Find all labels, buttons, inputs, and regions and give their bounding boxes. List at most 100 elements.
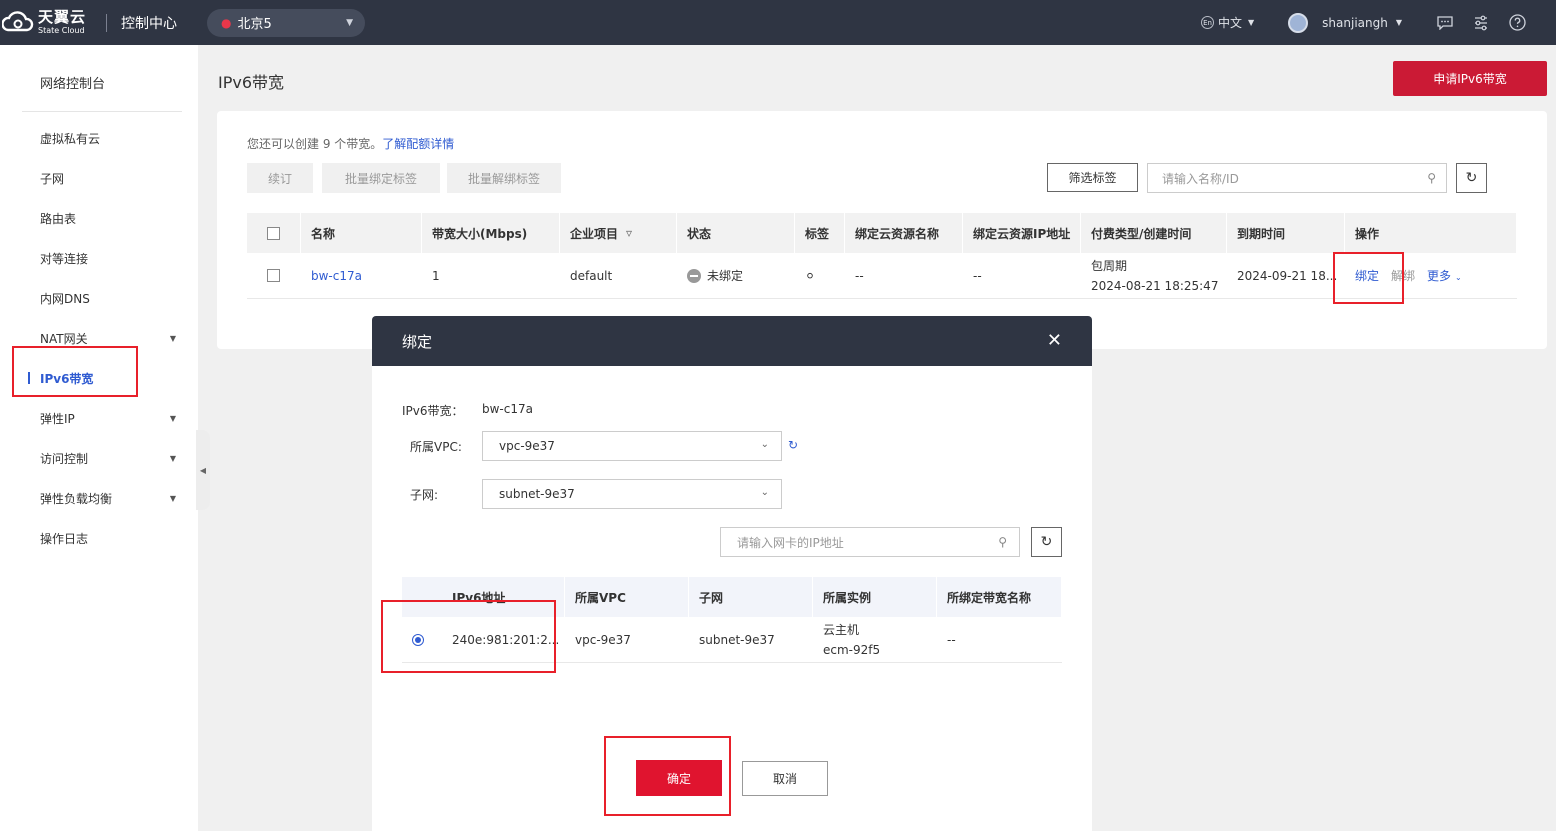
batch-unbind-tag-button[interactable]: 批量解绑标签	[447, 163, 561, 193]
language-icon: En	[1201, 16, 1214, 29]
sidebar: 网络控制台 虚拟私有云 子网 路由表 对等连接 内网DNS NAT网关 ▼ IPv…	[0, 45, 198, 831]
chevron-down-icon: ▼	[1248, 18, 1255, 27]
close-icon[interactable]: ✕	[1047, 330, 1062, 351]
refresh-button[interactable]: ↻	[1456, 163, 1487, 193]
sync-refresh-icon[interactable]: ↻	[788, 438, 798, 452]
top-navigation-bar: 天翼云 State Cloud 控制中心 ● 北京5 ▼ En 中文 ▼ sha…	[0, 0, 1556, 45]
sidebar-item-ipv6-bandwidth[interactable]: IPv6带宽	[40, 370, 180, 387]
settings-sliders-icon[interactable]	[1472, 14, 1490, 32]
dialog-title: 绑定	[402, 332, 433, 351]
table-header: IPv6地址 所属VPC 子网 所属实例 所绑定带宽名称	[402, 577, 1062, 617]
sidebar-item-label: 操作日志	[40, 532, 89, 546]
resource-name: --	[855, 268, 864, 283]
sidebar-item-label: 弹性IP	[40, 412, 75, 426]
chevron-down-icon: ⌄	[1455, 273, 1462, 282]
expire-time: 2024-09-21 18...	[1237, 268, 1338, 283]
refresh-icon: ↻	[1040, 534, 1053, 550]
unbind-link[interactable]: 解绑	[1391, 267, 1415, 284]
sidebar-item-label: 路由表	[40, 212, 77, 226]
cloud-logo-icon	[2, 10, 34, 31]
billing-type: 包周期	[1091, 258, 1128, 273]
logo-text: 天翼云 State Cloud	[38, 10, 86, 35]
bandwidth-size: 1	[432, 268, 440, 283]
bind-link[interactable]: 绑定	[1355, 267, 1379, 284]
page-title: IPv6带宽	[218, 73, 285, 92]
row-radio-selected[interactable]	[412, 633, 424, 646]
quota-details-link[interactable]: 了解配额详情	[382, 137, 454, 151]
row-vpc: vpc-9e37	[575, 632, 631, 647]
row-subnet: subnet-9e37	[699, 632, 775, 647]
column-header-resource-ip: 绑定云资源IP地址	[963, 213, 1081, 253]
filter-tag-button[interactable]: 筛选标签	[1047, 163, 1138, 192]
help-icon[interactable]	[1508, 14, 1526, 32]
sidebar-item-subnet[interactable]: 子网	[40, 170, 180, 187]
batch-bind-tag-button[interactable]: 批量绑定标签	[322, 163, 440, 193]
vpc-select[interactable]: vpc-9e37 ⌄	[482, 431, 782, 461]
sidebar-item-nat-gateway[interactable]: NAT网关 ▼	[40, 330, 180, 347]
unbound-status-icon	[687, 268, 701, 283]
sidebar-item-elb[interactable]: 弹性负载均衡 ▼	[40, 490, 180, 507]
row-instance: 云主机 ecm-92f5	[813, 617, 937, 662]
resource-ip: --	[973, 268, 982, 283]
sidebar-item-operation-log[interactable]: 操作日志	[40, 530, 180, 547]
nav-right-group: En 中文 ▼ shanjiangh ▼	[1201, 0, 1556, 45]
ip-refresh-button[interactable]: ↻	[1031, 527, 1062, 557]
filter-funnel-icon[interactable]: ▿	[626, 226, 632, 240]
region-selector[interactable]: ● 北京5 ▼	[207, 8, 365, 37]
tag-cell: ⚪	[795, 253, 845, 298]
select-all-checkbox[interactable]	[267, 226, 280, 240]
sidebar-item-private-dns[interactable]: 内网DNS	[40, 290, 180, 307]
confirm-button[interactable]: 确定	[636, 760, 722, 796]
select-all-cell	[247, 213, 301, 253]
ipv6-cell: 240e:981:201:2...	[402, 617, 565, 662]
more-menu[interactable]: 更多 ⌄	[1427, 267, 1462, 284]
language-selector[interactable]: En 中文 ▼	[1201, 14, 1254, 31]
bandwidth-name-link[interactable]: bw-c17a	[301, 253, 422, 298]
username: shanjiangh	[1322, 15, 1388, 30]
table-header: 名称 带宽大小(Mbps) 企业项目 ▿ 状态 标签 绑定云资源名称 绑定云资源I…	[247, 213, 1517, 253]
chevron-down-icon: ▼	[1395, 18, 1402, 27]
table-row[interactable]: 240e:981:201:2... vpc-9e37 subnet-9e37 云…	[402, 617, 1062, 663]
sidebar-item-peering[interactable]: 对等连接	[40, 250, 180, 267]
nav-divider	[106, 13, 107, 32]
apply-ipv6-bandwidth-button[interactable]: 申请IPv6带宽	[1393, 61, 1547, 96]
chevron-down-icon: ⌄	[760, 487, 769, 498]
search-icon[interactable]: ⚲	[998, 535, 1007, 549]
sidebar-item-route-table[interactable]: 路由表	[40, 210, 180, 227]
tag-icon[interactable]: ⚪	[805, 269, 815, 283]
ip-search-placeholder: 请输入网卡的IP地址	[737, 535, 844, 550]
subnet-select[interactable]: subnet-9e37 ⌄	[482, 479, 782, 509]
bandwidth-value: bw-c17a	[482, 402, 533, 416]
bandwidth-label: IPv6带宽：	[402, 404, 464, 418]
quota-text: 您还可以创建 9 个带宽。	[247, 137, 383, 151]
search-input[interactable]: 请输入名称/ID ⚲	[1147, 163, 1447, 193]
sidebar-item-label: 子网	[40, 172, 65, 186]
search-icon[interactable]: ⚲	[1427, 171, 1436, 185]
sidebar-item-access-control[interactable]: 访问控制 ▼	[40, 450, 180, 467]
quota-notice: 您还可以创建 9 个带宽。了解配额详情	[247, 135, 454, 152]
renew-button[interactable]: 续订	[247, 163, 313, 193]
language-label: 中文	[1218, 16, 1243, 30]
user-menu[interactable]: shanjiangh ▼	[1288, 12, 1402, 33]
caret-down-icon: ▼	[169, 414, 176, 423]
sidebar-item-vpc[interactable]: 虚拟私有云	[40, 130, 180, 147]
sidebar-item-eip[interactable]: 弹性IP ▼	[40, 410, 180, 427]
sidebar-collapse-toggle[interactable]: ◀	[196, 430, 210, 510]
logo[interactable]: 天翼云 State Cloud	[2, 10, 104, 36]
console-link[interactable]: 控制中心	[121, 13, 193, 33]
sidebar-item-label: 虚拟私有云	[40, 132, 101, 146]
column-header-name: 名称	[301, 213, 422, 253]
bandwidth-list-panel: 您还可以创建 9 个带宽。了解配额详情 续订 批量绑定标签 批量解绑标签 筛选标…	[217, 111, 1547, 349]
column-header-tag: 标签	[795, 213, 845, 253]
instance-type: 云主机	[823, 622, 860, 637]
column-header-label: 企业项目	[570, 226, 619, 241]
ip-search-input[interactable]: 请输入网卡的IP地址 ⚲	[720, 527, 1020, 557]
row-checkbox[interactable]	[267, 269, 280, 282]
location-pin-icon: ●	[221, 15, 232, 30]
cancel-button[interactable]: 取消	[742, 761, 828, 796]
caret-down-icon: ▼	[169, 454, 176, 463]
row-select-cell	[247, 253, 301, 298]
message-icon[interactable]	[1436, 14, 1454, 32]
chevron-down-icon: ⌄	[760, 439, 769, 450]
column-header-bound-bandwidth: 所绑定带宽名称	[937, 577, 1062, 617]
